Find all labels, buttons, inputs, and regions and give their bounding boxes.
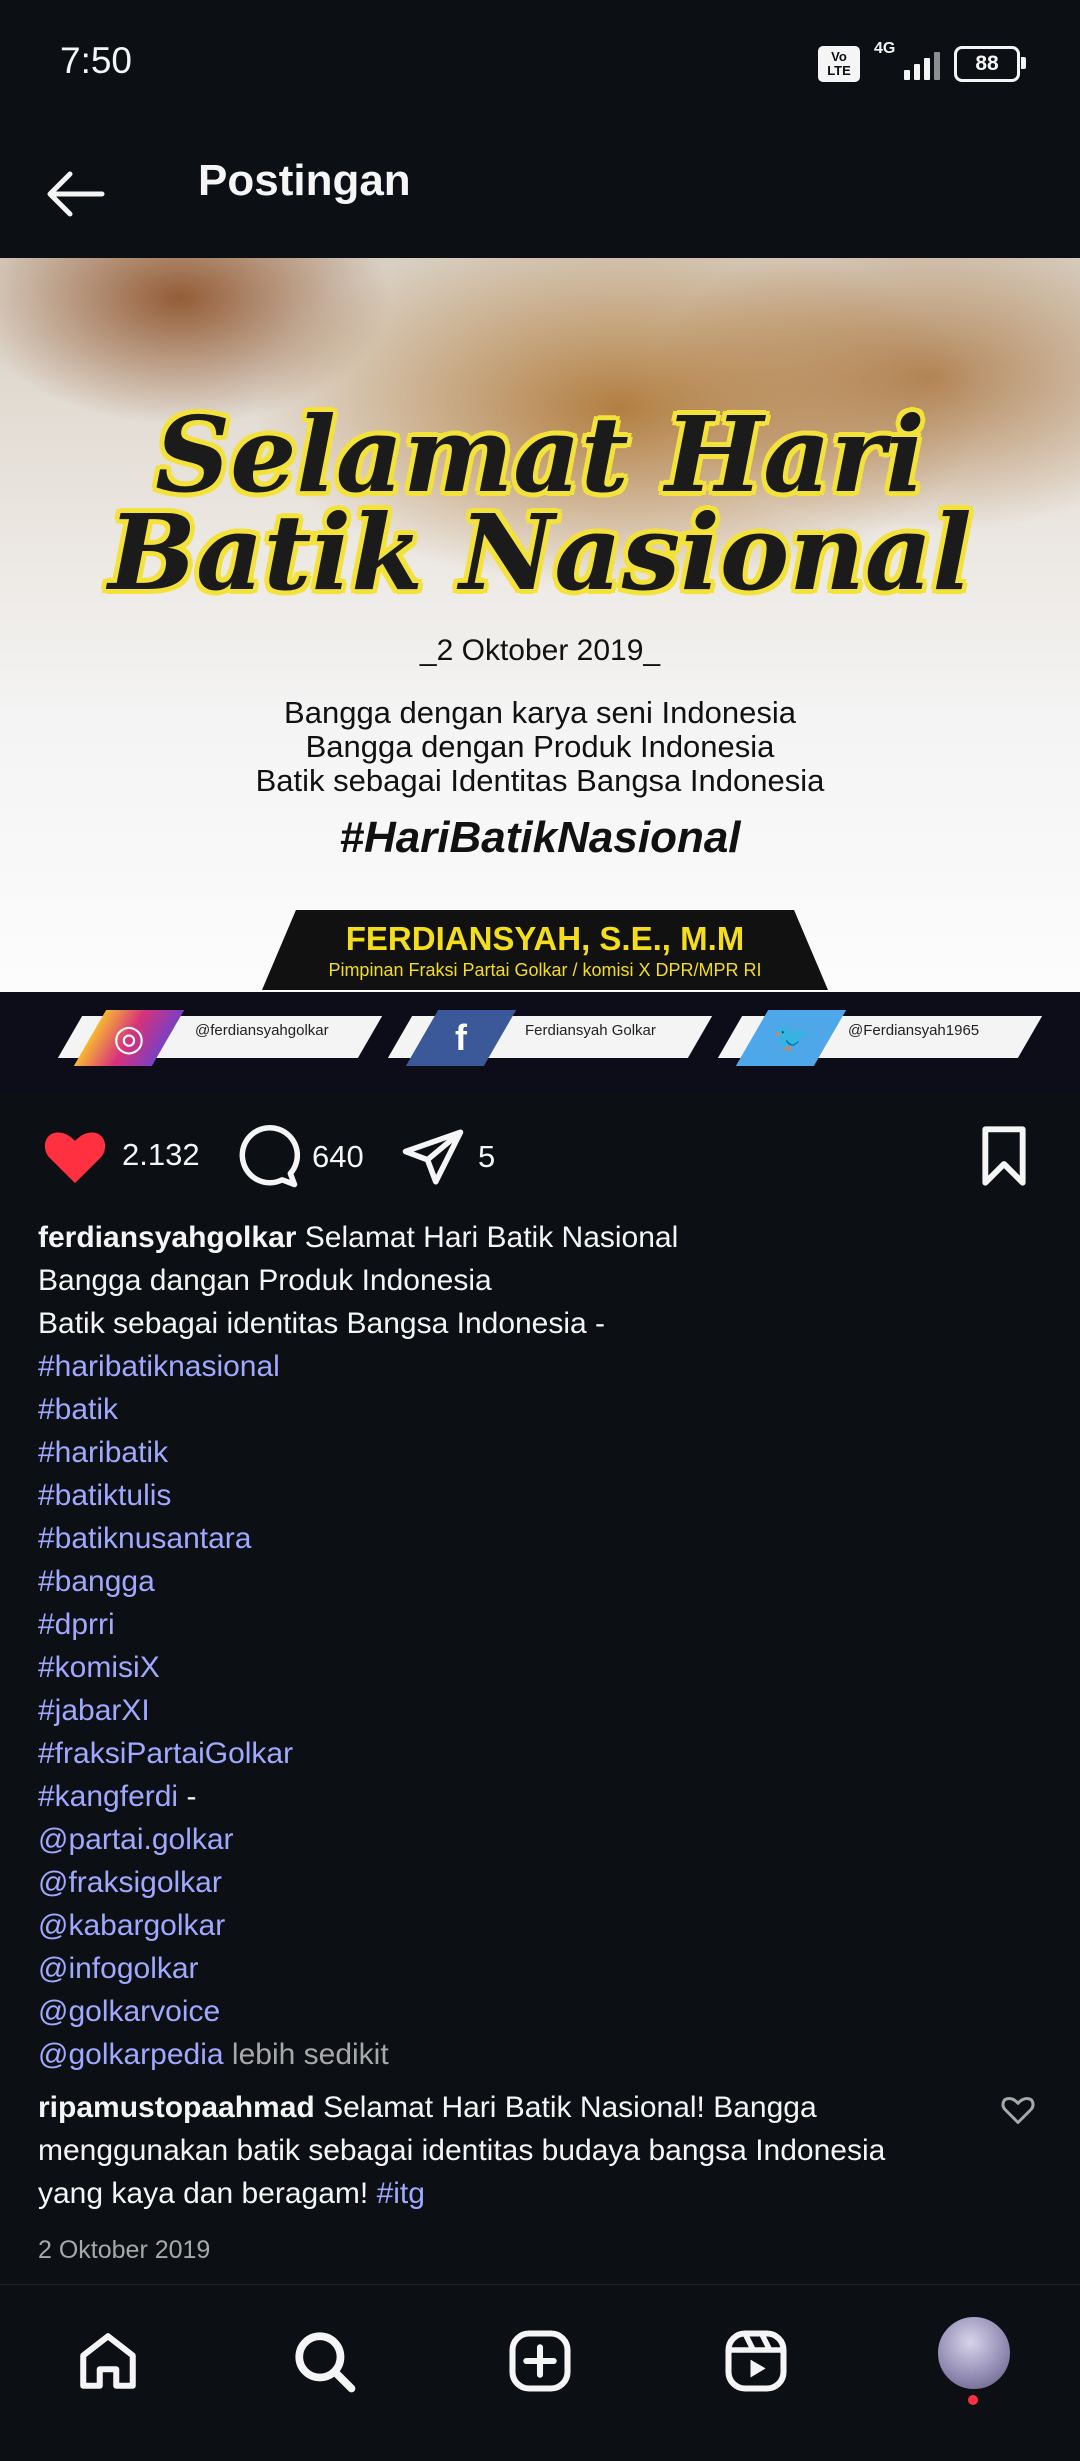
hashtag-link[interactable]: #jabarXI <box>38 1689 1038 1732</box>
network-type: 4G <box>874 40 896 57</box>
comment-item: ripamustopaahmad Selamat Hari Batik Nasi… <box>38 2086 938 2215</box>
caption-username[interactable]: ferdiansyahgolkar <box>38 1221 296 1254</box>
hashtag-link[interactable]: #fraksiPartaiGolkar <box>38 1732 1038 1775</box>
like-button[interactable]: 2.132 <box>40 1124 200 1186</box>
profile-avatar[interactable] <box>936 2315 1012 2391</box>
post-image[interactable]: Selamat Hari Batik Nasional _2 Oktober 2… <box>0 258 1080 1092</box>
social-strip: ◎ @ferdiansyahgolkar f Ferdiansyah Golka… <box>0 992 1080 1092</box>
hashtag-link[interactable]: #batiktulis <box>38 1474 1038 1517</box>
comment-button[interactable]: 640 <box>234 1124 364 1190</box>
status-icons: Vo LTE 4G 88 <box>818 40 1026 82</box>
post-caption: ferdiansyahgolkar Selamat Hari Batik Nas… <box>38 1216 1038 2076</box>
image-line: Batik sebagai Identitas Bangsa Indonesia <box>255 763 825 798</box>
facebook-icon: f <box>405 1010 517 1066</box>
signal-icon: 4G <box>874 40 940 80</box>
banner-name: FERDIANSYAH, S.E., M.M <box>345 920 745 957</box>
show-less-link[interactable]: lebih sedikit <box>224 2038 389 2071</box>
mention-link[interactable]: @infogolkar <box>38 1947 1038 1990</box>
social-handle: Ferdiansyah Golkar <box>525 1022 656 1039</box>
comment-icon <box>239 1124 300 1188</box>
volte-icon: Vo LTE <box>818 46 860 82</box>
hashtag-link[interactable]: #itg <box>377 2177 425 2210</box>
create-icon[interactable] <box>500 2321 580 2401</box>
back-arrow-icon[interactable] <box>40 158 112 230</box>
image-line: Bangga dengan Produk Indonesia <box>305 729 775 764</box>
caption-text: Batik sebagai identitas Bangsa Indonesia… <box>38 1307 606 1340</box>
social-handle: @Ferdiansyah1965 <box>848 1022 980 1039</box>
caption-text: Selamat Hari Batik Nasional <box>304 1221 679 1254</box>
banner-position: Pimpinan Fraksi Partai Golkar / komisi X… <box>328 960 762 980</box>
search-icon[interactable] <box>284 2321 364 2401</box>
share-icon <box>402 1129 464 1185</box>
comment-like-icon[interactable] <box>1000 2092 1036 2128</box>
app-header: Postingan <box>0 130 1080 258</box>
hashtag-link[interactable]: #haribatiknasional <box>38 1345 1038 1388</box>
twitter-icon: 🐦 <box>735 1010 847 1066</box>
comment-username[interactable]: ripamustopaahmad <box>38 2091 315 2124</box>
hashtag-link[interactable]: #bangga <box>38 1560 1038 1603</box>
status-time: 7:50 <box>60 40 133 81</box>
bookmark-icon <box>982 1126 1026 1186</box>
home-icon[interactable] <box>68 2321 148 2401</box>
instagram-icon: ◎ <box>73 1010 185 1066</box>
bottom-nav <box>0 2284 1080 2461</box>
like-count: 2.132 <box>122 1137 200 1172</box>
mention-link[interactable]: @kabargolkar <box>38 1904 1038 1947</box>
mention-link[interactable]: @golkarpedia <box>38 2038 224 2071</box>
share-button[interactable]: 5 <box>400 1124 495 1190</box>
save-button[interactable] <box>974 1124 1034 1188</box>
hashtag-link[interactable]: #komisiX <box>38 1646 1038 1689</box>
hashtag-link[interactable]: #batik <box>38 1388 1038 1431</box>
caption-text: Bangga dangan Produk Indonesia <box>38 1264 492 1297</box>
mention-link[interactable]: @golkarvoice <box>38 1990 1038 2033</box>
reels-icon[interactable] <box>716 2321 796 2401</box>
hashtag-link[interactable]: #kangferdi <box>38 1780 178 1813</box>
share-count: 5 <box>478 1139 496 1174</box>
post-actions: 2.132 640 5 <box>0 1110 1080 1202</box>
hashtag-link[interactable]: #dprri <box>38 1603 1038 1646</box>
battery-icon: 88 <box>954 46 1026 82</box>
caption-text: - <box>178 1780 197 1813</box>
heart-filled-icon <box>44 1132 106 1184</box>
image-date: _2 Oktober 2019_ <box>419 634 661 667</box>
mention-link[interactable]: @fraksigolkar <box>38 1861 1038 1904</box>
page-title: Postingan <box>198 156 411 205</box>
status-bar: 7:50 Vo LTE 4G 88 <box>0 0 1080 130</box>
mention-link[interactable]: @partai.golkar <box>38 1818 1038 1861</box>
image-line: Bangga dengan karya seni Indonesia <box>284 695 796 730</box>
comment-count: 640 <box>312 1139 364 1174</box>
name-banner: FERDIANSYAH, S.E., M.M Pimpinan Fraksi P… <box>262 910 828 990</box>
hashtag-link[interactable]: #haribatik <box>38 1431 1038 1474</box>
image-hashtag: #HariBatikNasional <box>339 813 741 862</box>
social-handle: @ferdiansyahgolkar <box>195 1022 329 1039</box>
notification-dot <box>968 2395 978 2405</box>
post-date: 2 Oktober 2019 <box>38 2236 211 2264</box>
image-title-line2: Batik Nasional <box>108 491 972 614</box>
battery-level: 88 <box>975 52 999 75</box>
hashtag-link[interactable]: #batiknusantara <box>38 1517 1038 1560</box>
